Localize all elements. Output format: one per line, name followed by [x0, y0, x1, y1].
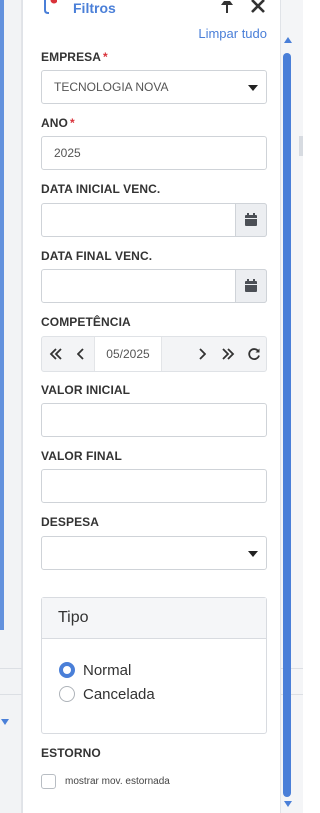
radio-option-cancelada[interactable]: Cancelada [59, 684, 155, 704]
double-chevron-right-icon[interactable] [216, 337, 240, 371]
radio-unselected[interactable] [59, 686, 75, 702]
required-mark: * [69, 116, 75, 130]
competencia-navigator: 05/2025 [41, 336, 267, 372]
scrollbar[interactable] [281, 35, 293, 813]
ano-input[interactable]: 2025 [41, 136, 267, 170]
radio-option-normal[interactable]: Normal [59, 660, 131, 680]
radio-label: Normal [83, 661, 132, 679]
ano-label: ANO * [41, 116, 75, 130]
radio-selected[interactable] [59, 662, 75, 678]
background-divider [0, 694, 22, 695]
scroll-thumb[interactable] [283, 53, 291, 797]
checkbox-label: mostrar mov. estornada [65, 776, 170, 787]
valor-inicial-label: VALOR INICIAL [41, 383, 131, 397]
estorno-label: ESTORNO [41, 746, 101, 760]
background-divider [0, 668, 22, 669]
data-inicial-input[interactable] [41, 203, 267, 237]
empresa-label: EMPRESA * [41, 50, 108, 64]
empresa-value: TECNOLOGIA NOVA [54, 80, 169, 94]
empresa-select[interactable]: TECNOLOGIA NOVA [41, 70, 267, 104]
chevron-down-icon [248, 85, 258, 91]
ano-value: 2025 [54, 146, 81, 160]
radio-label: Cancelada [83, 685, 155, 703]
scroll-up-icon[interactable] [284, 37, 292, 43]
empresa-label-text: EMPRESA [41, 50, 102, 64]
tipo-title: Tipo [42, 598, 266, 639]
estorno-checkbox[interactable] [41, 774, 56, 789]
double-chevron-left-icon[interactable] [44, 337, 68, 371]
calendar-icon[interactable] [235, 203, 267, 237]
chevron-right-icon[interactable] [190, 337, 214, 371]
background-panel-left [0, 0, 22, 813]
scroll-down-icon[interactable] [284, 801, 292, 807]
valor-inicial-input[interactable] [41, 403, 267, 437]
filter-icon [43, 0, 58, 14]
panel-header: Filtros Limpar tudo [23, 0, 282, 41]
close-icon[interactable] [250, 0, 266, 14]
refresh-icon[interactable] [242, 337, 266, 371]
competencia-value[interactable]: 05/2025 [94, 337, 162, 371]
data-final-label: DATA FINAL VENC. [41, 249, 153, 263]
estorno-checkbox-row[interactable]: mostrar mov. estornada [41, 774, 170, 789]
background-accent-bar [0, 0, 4, 630]
valor-final-label: VALOR FINAL [41, 449, 122, 463]
pin-icon[interactable] [219, 0, 235, 15]
background-caret-icon [1, 719, 9, 725]
background-tab-edge [299, 136, 303, 156]
chevron-left-icon[interactable] [69, 337, 93, 371]
panel-title: Filtros [73, 0, 116, 16]
despesa-select[interactable] [41, 536, 267, 570]
chevron-down-icon [248, 551, 258, 557]
despesa-label: DESPESA [41, 515, 100, 529]
filters-panel: Filtros Limpar tudo EMPRESA * TECNOLOGIA … [22, 0, 281, 813]
valor-final-input[interactable] [41, 469, 267, 503]
calendar-icon[interactable] [235, 269, 267, 303]
clear-all-link[interactable]: Limpar tudo [198, 26, 267, 41]
data-final-input[interactable] [41, 269, 267, 303]
required-mark: * [103, 50, 108, 64]
tipo-group: Tipo Normal Cancelada [41, 597, 267, 734]
data-inicial-label: DATA INICIAL VENC. [41, 182, 161, 196]
competencia-label: COMPETÊNCIA [41, 315, 131, 329]
ano-label-text: ANO [41, 116, 68, 130]
